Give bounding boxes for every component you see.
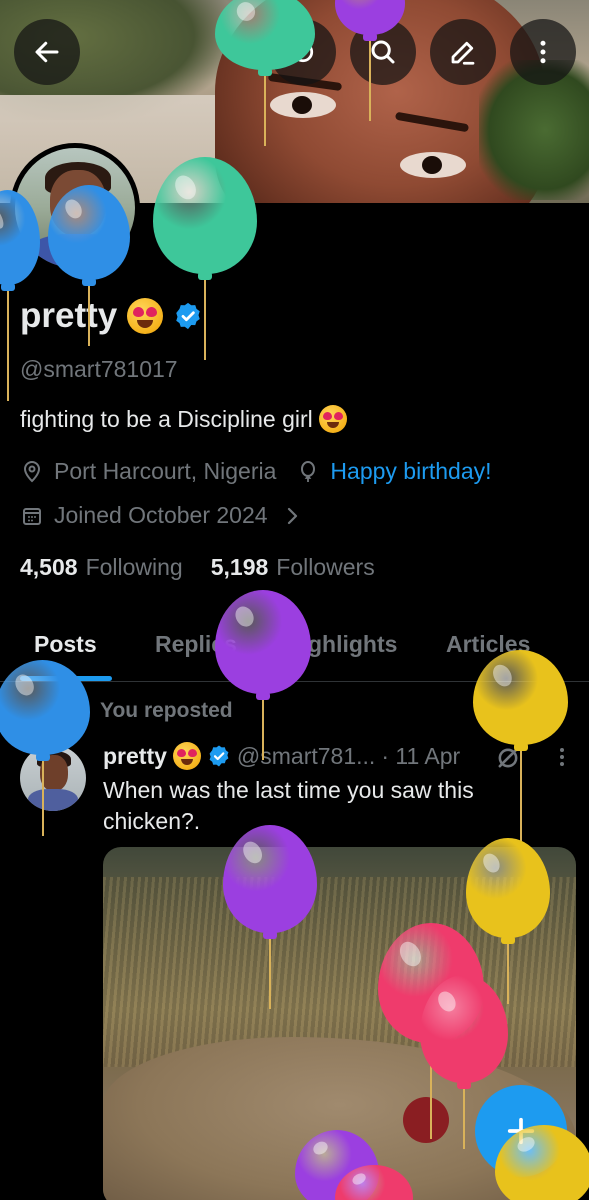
balloon-icon [301, 460, 316, 482]
profile-name: pretty [20, 296, 118, 335]
repost-label: You reposted [100, 699, 233, 722]
post-avatar-shirt [28, 789, 78, 811]
search-button[interactable] [350, 19, 416, 85]
plus-icon [507, 1117, 535, 1145]
tab-articles[interactable]: Articles [446, 615, 530, 658]
grok-button[interactable] [270, 19, 336, 85]
tab-highlights[interactable]: Highlights [285, 615, 397, 658]
bio-text: fighting to be a Discipline girl [20, 405, 313, 432]
verified-badge-icon [209, 745, 229, 767]
repost-icon [63, 700, 83, 722]
tab-posts[interactable]: Posts [34, 615, 97, 658]
profile-tabs: Posts Replies Highlights Articles [0, 615, 589, 682]
compose-post-button[interactable] [475, 1085, 567, 1177]
following-label: Following [85, 554, 183, 580]
post-author-name[interactable]: pretty [103, 743, 167, 770]
edit-icon [451, 41, 475, 65]
heart-eyes-emoji-icon [172, 742, 201, 770]
post-author-handle: @smart781... [236, 742, 376, 769]
avatar-image [15, 148, 135, 268]
heart-eyes-emoji-icon [127, 298, 164, 334]
profile-name-row: pretty [20, 296, 203, 336]
joined-text: Joined October 2024 [54, 502, 268, 528]
back-button[interactable] [14, 19, 80, 85]
post-header: pretty @smart781... · 11 Apr [103, 742, 460, 770]
heart-eyes-emoji-icon [318, 405, 347, 433]
chevron-right-icon [287, 507, 297, 524]
back-arrow-icon [35, 41, 59, 63]
followers-link[interactable]: 5,198 Followers [211, 554, 375, 581]
active-tab-indicator [20, 676, 112, 681]
calendar-icon [23, 507, 41, 525]
repost-indicator: You reposted [60, 698, 233, 724]
profile-handle: @smart781017 [20, 356, 178, 382]
profile-meta-location: Port Harcourt, Nigeria Happy birthday! [20, 458, 492, 485]
banner-eye-right [400, 152, 466, 178]
location-pin-icon [23, 460, 41, 482]
more-vertical-icon [540, 40, 546, 64]
grok-icon[interactable] [494, 744, 522, 772]
more-button[interactable] [510, 19, 576, 85]
birthday-link[interactable]: Happy birthday! [330, 458, 491, 485]
following-link[interactable]: 4,508 Following [20, 554, 183, 581]
media-red-plant [403, 1097, 449, 1143]
avatar-shirt [30, 234, 126, 268]
following-count: 4,508 [20, 554, 78, 580]
follow-stats: 4,508 Following 5,198 Followers [20, 554, 375, 581]
post-date: · 11 Apr [381, 742, 461, 769]
followers-count: 5,198 [210, 554, 269, 580]
followers-label: Followers [276, 554, 375, 580]
search-icon [371, 40, 395, 64]
tab-replies[interactable]: Replies [155, 615, 237, 658]
profile-meta-joined[interactable]: Joined October 2024 [20, 502, 304, 529]
post-avatar-head [40, 755, 68, 791]
grok-icon [292, 41, 314, 63]
post-more-icon[interactable] [550, 742, 574, 772]
post-text: When was the last time you saw this chic… [103, 777, 474, 834]
profile-avatar[interactable] [10, 143, 140, 273]
profile-bio: fighting to be a Discipline girl [20, 405, 347, 433]
edit-button[interactable] [430, 19, 496, 85]
post-avatar[interactable] [20, 745, 86, 811]
avatar-head [50, 170, 106, 236]
location-text: Port Harcourt, Nigeria [54, 458, 277, 484]
banner-eye-left [270, 92, 336, 118]
verified-badge-icon[interactable] [173, 301, 203, 331]
